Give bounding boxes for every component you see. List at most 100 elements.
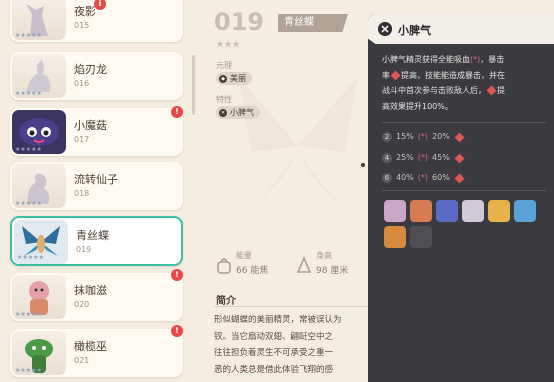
desc-text: 率 (382, 70, 390, 80)
spirit-avatar[interactable] (410, 200, 432, 222)
tooltip-divider (382, 122, 546, 123)
element-chip[interactable]: ◆ 美丽 (216, 72, 252, 85)
spirit-name: 小魔菇 (74, 119, 107, 132)
spirit-number: 018 (74, 189, 90, 198)
rarity-stars: ★★★★★ (15, 32, 42, 39)
trait-tooltip: 小脾气 小脾气精灵获得全能吸血(*)，暴击 率提高，技能能造成暴击，并在 战斗中… (368, 14, 554, 382)
desc-highlight: (*) (470, 55, 481, 64)
detail-panel: 019 青丝蝶 ★★★ 元理 ◆ 美丽 特性 ✕ 小脾气 能量 66 能焦 身高… (200, 0, 370, 382)
spirit-number: 015 (74, 21, 90, 30)
list-item[interactable]: ★★★★★ 流转仙子 018 (10, 162, 183, 210)
list-item[interactable]: ★★★★★ 夜影 015 i (10, 0, 183, 42)
spirit-list: ★★★★★ 夜影 015 i ★★★★★ 焰刃龙 016 ★★★★★ 小魔菇 0… (0, 0, 200, 382)
alert-badge: ! (171, 325, 183, 337)
spirit-name-tag: 青丝蝶 (278, 14, 348, 32)
intro-title: 简介 (216, 296, 236, 307)
rarity-stars: ★★★ (216, 40, 241, 50)
rarity-stars: ★★★★★ (15, 367, 42, 374)
level-heal-tag: (*) (417, 173, 429, 182)
alert-badge: ! (171, 106, 183, 118)
trait-icon: ✕ (219, 108, 227, 117)
tooltip-description: 小脾气精灵获得全能吸血(*)，暴击 率 提高，技能能造成暴击，并在 战斗中首次参与… (382, 52, 548, 114)
level-value-b: 20% (432, 132, 450, 141)
spirit-name: 焰刃龙 (74, 63, 107, 76)
level-value-b: 60% (432, 173, 450, 182)
intro-line: 恶的人类总是借此体验飞翔的感 (214, 364, 334, 375)
level-value-a: 25% (396, 153, 414, 162)
rarity-stars: ★★★★★ (15, 200, 42, 207)
height-icon (296, 256, 312, 273)
element-value: 美丽 (230, 74, 246, 83)
spirit-avatar[interactable] (384, 200, 406, 222)
intro-divider (214, 306, 370, 307)
spirit-avatar[interactable] (384, 226, 406, 248)
list-scrollbar[interactable] (192, 55, 195, 115)
element-label: 元理 (216, 61, 232, 70)
info-badge: i (94, 0, 106, 10)
rarity-stars: ★★★★★ (15, 311, 42, 318)
rarity-stars: ★★★★★ (17, 254, 44, 261)
level-row: 2 15% (*) 20% (382, 130, 465, 144)
list-item[interactable]: ★★★★★ 焰刃龙 016 (10, 52, 183, 100)
spirit-number: 016 (74, 79, 90, 88)
desc-text: 高效果提升100%。 (382, 101, 453, 111)
spirit-name: 青丝蝶 (76, 229, 109, 242)
energy-icon (217, 258, 231, 274)
spirit-number: 017 (74, 135, 90, 144)
desc-text: 提 (497, 86, 505, 95)
alert-badge: ! (171, 269, 183, 281)
level-number: 2 (382, 132, 392, 142)
spirit-number-large: 019 (214, 8, 265, 36)
height-label: 身高 (316, 251, 332, 260)
spirit-avatar[interactable] (436, 200, 458, 222)
spirit-avatar[interactable] (488, 200, 510, 222)
crit-diamond-icon (454, 153, 465, 163)
spirit-number: 020 (74, 300, 90, 309)
spirit-name: 流转仙子 (74, 173, 118, 186)
energy-label: 能量 (236, 251, 252, 260)
intro-text: 形似蝴蝶的美丽精灵，常被误认为 钗。当它扇动双翅、翩跹空中之 往往担负着灵生不可… (214, 312, 382, 378)
spirit-avatar[interactable] (514, 200, 536, 222)
energy-value: 66 能焦 (236, 266, 269, 276)
spirit-number: 021 (74, 356, 90, 365)
crit-diamond-icon (454, 132, 465, 142)
spirit-name: 夜影 (74, 5, 96, 18)
desc-text: 提高，技能能造成暴击，并在 (401, 70, 505, 80)
tooltip-header (368, 14, 554, 44)
cursor-dot (361, 163, 365, 167)
height-value: 98 厘米 (316, 266, 349, 276)
trait-chip[interactable]: ✕ 小脾气 (216, 106, 260, 119)
list-item[interactable]: ★★★★★ 抹咖滋 020 ! (10, 269, 183, 321)
tooltip-divider (382, 190, 546, 191)
list-item[interactable]: ★★★★★ 小魔菇 017 ! (10, 106, 183, 156)
rarity-stars: ★★★★★ (15, 90, 42, 97)
level-number: 4 (382, 153, 392, 163)
desc-text: 战斗中首次参与击败敌人后， (382, 86, 486, 95)
desc-text: 小脾气精灵获得全能吸血 (382, 55, 470, 64)
spirit-avatar-locked[interactable] (410, 226, 432, 248)
trait-x-icon (378, 22, 392, 36)
level-row: 6 40% (*) 60% (382, 171, 465, 185)
crit-diamond-icon (390, 70, 401, 80)
crit-diamond-icon (486, 85, 497, 96)
level-heal-tag: (*) (417, 132, 429, 141)
level-value-a: 40% (396, 173, 414, 182)
trait-label: 特性 (216, 95, 232, 104)
level-heal-tag: (*) (417, 153, 429, 162)
rarity-stars: ★★★★★ (15, 146, 42, 153)
spirit-number: 019 (76, 245, 92, 254)
spirit-avatar[interactable] (462, 200, 484, 222)
level-number: 6 (382, 173, 392, 183)
list-item-selected[interactable]: ★★★★★ 青丝蝶 019 (10, 216, 183, 266)
trait-value: 小脾气 (230, 108, 254, 117)
crit-diamond-icon (454, 173, 465, 183)
list-item[interactable]: ★★★★★ 橄榄巫 021 ! (10, 325, 183, 377)
desc-text: ，暴击 (480, 55, 505, 64)
element-icon: ◆ (219, 74, 227, 83)
intro-line: 钗。当它扇动双翅、翩跹空中之 (214, 331, 334, 342)
level-row: 4 25% (*) 45% (382, 151, 465, 165)
level-value-a: 15% (396, 132, 414, 141)
tooltip-title: 小脾气 (398, 24, 431, 37)
level-value-b: 45% (432, 153, 450, 162)
spirit-name: 橄榄巫 (74, 340, 107, 353)
